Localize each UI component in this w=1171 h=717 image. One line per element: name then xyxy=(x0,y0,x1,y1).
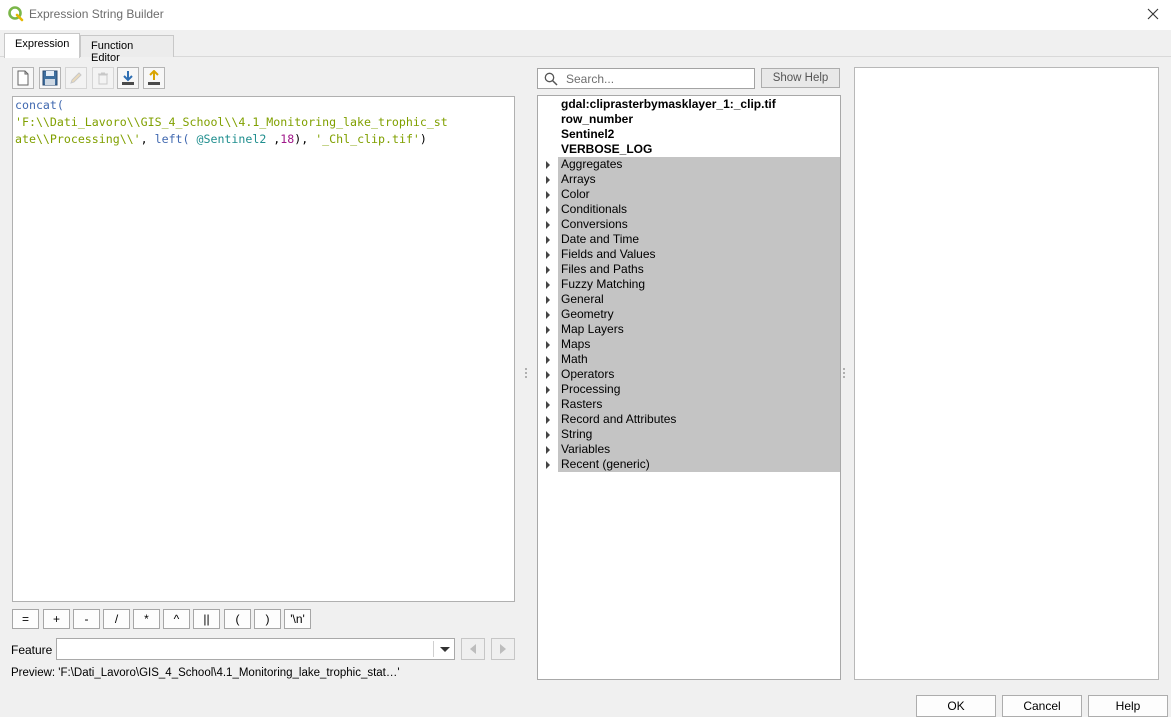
tree-group-color[interactable]: Color xyxy=(538,187,840,202)
tree-group-processing[interactable]: Processing xyxy=(538,382,840,397)
operator-plus-button[interactable]: + xyxy=(43,609,70,629)
tab-function-editor[interactable]: Function Editor xyxy=(80,35,174,64)
expand-arrow-icon[interactable] xyxy=(546,446,550,454)
tree-group-conditionals[interactable]: Conditionals xyxy=(538,202,840,217)
operator-close-paren-button[interactable]: ) xyxy=(254,609,281,629)
combo-divider xyxy=(433,641,434,657)
tab-expression[interactable]: Expression xyxy=(4,33,80,58)
tree-group-variables[interactable]: Variables xyxy=(538,442,840,457)
tree-group-recent[interactable]: Recent (generic) xyxy=(538,457,840,472)
tree-field-item[interactable]: row_number xyxy=(538,112,840,127)
feature-combo[interactable] xyxy=(56,638,455,660)
tree-group-date-and-time[interactable]: Date and Time xyxy=(538,232,840,247)
tree-group-fuzzy-matching[interactable]: Fuzzy Matching xyxy=(538,277,840,292)
editor-line-1: concat( xyxy=(15,98,64,112)
tree-group-arrays[interactable]: Arrays xyxy=(538,172,840,187)
tree-group-record-and-attributes[interactable]: Record and Attributes xyxy=(538,412,840,427)
expand-arrow-icon[interactable] xyxy=(546,281,550,289)
tree-field-item[interactable]: gdal:cliprasterbymasklayer_1:_clip.tif xyxy=(538,97,840,112)
save-icon xyxy=(42,70,58,86)
expand-arrow-icon[interactable] xyxy=(546,326,550,334)
splitter-handle-left[interactable] xyxy=(525,368,527,382)
help-panel xyxy=(854,67,1159,680)
close-icon[interactable] xyxy=(1145,6,1161,22)
search-input[interactable] xyxy=(564,70,750,87)
operator-open-paren-button[interactable]: ( xyxy=(224,609,251,629)
operator-newline-button[interactable]: '\n' xyxy=(284,609,311,629)
feature-label: Feature xyxy=(11,643,53,657)
expand-arrow-icon[interactable] xyxy=(546,461,550,469)
help-button[interactable]: Help xyxy=(1088,695,1168,717)
search-box[interactable] xyxy=(537,68,755,89)
expand-arrow-icon[interactable] xyxy=(546,251,550,259)
splitter-handle-right[interactable] xyxy=(843,368,845,382)
expand-arrow-icon[interactable] xyxy=(546,431,550,439)
expand-arrow-icon[interactable] xyxy=(546,206,550,214)
expression-editor[interactable]: concat( 'F:\\Dati_Lavoro\\GIS_4_School\\4… xyxy=(12,96,515,602)
operator-power-button[interactable]: ^ xyxy=(163,609,190,629)
window-title: Expression String Builder xyxy=(29,7,164,21)
editor-line-2: 'F:\\Dati_Lavoro\\GIS_4_School\\4.1_Moni… xyxy=(15,115,448,129)
triangle-left-icon xyxy=(470,644,476,654)
search-icon xyxy=(544,72,558,86)
export-icon xyxy=(148,70,160,85)
cancel-button[interactable]: Cancel xyxy=(1002,695,1082,717)
expand-arrow-icon[interactable] xyxy=(546,386,550,394)
tree-group-geometry[interactable]: Geometry xyxy=(538,307,840,322)
tree-group-map-layers[interactable]: Map Layers xyxy=(538,322,840,337)
title-bar: Expression String Builder xyxy=(0,0,1171,30)
function-tree[interactable]: gdal:cliprasterbymasklayer_1:_clip.tif r… xyxy=(537,95,841,680)
tree-group-string[interactable]: String xyxy=(538,427,840,442)
triangle-right-icon xyxy=(500,644,506,654)
tree-group-general[interactable]: General xyxy=(538,292,840,307)
expand-arrow-icon[interactable] xyxy=(546,401,550,409)
tab-bar: Expression Function Editor xyxy=(0,30,1171,64)
show-help-button[interactable]: Show Help xyxy=(761,68,840,88)
expand-arrow-icon[interactable] xyxy=(546,191,550,199)
delete-button[interactable] xyxy=(92,67,114,89)
expand-arrow-icon[interactable] xyxy=(546,161,550,169)
tree-field-item[interactable]: Sentinel2 xyxy=(538,127,840,142)
expand-arrow-icon[interactable] xyxy=(546,416,550,424)
import-icon xyxy=(122,71,134,85)
editor-line-3: ate\\Processing\\', left( @Sentinel2 ,18… xyxy=(15,132,427,146)
edit-button[interactable] xyxy=(65,67,87,89)
expand-arrow-icon[interactable] xyxy=(546,311,550,319)
expand-arrow-icon[interactable] xyxy=(546,221,550,229)
tree-group-maps[interactable]: Maps xyxy=(538,337,840,352)
operator-multiply-button[interactable]: * xyxy=(133,609,160,629)
expand-arrow-icon[interactable] xyxy=(546,266,550,274)
expand-arrow-icon[interactable] xyxy=(546,356,550,364)
tree-group-files-and-paths[interactable]: Files and Paths xyxy=(538,262,840,277)
chevron-down-icon[interactable] xyxy=(440,647,450,652)
ok-button[interactable]: OK xyxy=(916,695,996,717)
expand-arrow-icon[interactable] xyxy=(546,341,550,349)
save-button[interactable] xyxy=(39,67,61,89)
pencil-icon xyxy=(70,72,82,84)
tree-field-item[interactable]: VERBOSE_LOG xyxy=(538,142,840,157)
tree-group-conversions[interactable]: Conversions xyxy=(538,217,840,232)
new-file-button[interactable] xyxy=(12,67,34,89)
expand-arrow-icon[interactable] xyxy=(546,371,550,379)
qgis-logo-icon xyxy=(8,6,24,22)
export-button[interactable] xyxy=(143,67,165,89)
tree-group-operators[interactable]: Operators xyxy=(538,367,840,382)
import-button[interactable] xyxy=(117,67,139,89)
next-feature-button[interactable] xyxy=(491,638,515,660)
operator-concat-button[interactable]: || xyxy=(193,609,220,629)
trash-icon xyxy=(98,72,108,85)
tree-group-math[interactable]: Math xyxy=(538,352,840,367)
expand-arrow-icon[interactable] xyxy=(546,236,550,244)
tree-group-aggregates[interactable]: Aggregates xyxy=(538,157,840,172)
expand-arrow-icon[interactable] xyxy=(546,176,550,184)
previous-feature-button[interactable] xyxy=(461,638,485,660)
operator-divide-button[interactable]: / xyxy=(103,609,130,629)
operator-minus-button[interactable]: - xyxy=(73,609,100,629)
new-file-icon xyxy=(17,70,29,86)
tree-group-rasters[interactable]: Rasters xyxy=(538,397,840,412)
operator-equals-button[interactable]: = xyxy=(12,609,39,629)
tree-group-fields-and-values[interactable]: Fields and Values xyxy=(538,247,840,262)
expand-arrow-icon[interactable] xyxy=(546,296,550,304)
expression-preview: Preview: 'F:\Dati_Lavoro\GIS_4_School\4.… xyxy=(11,667,400,679)
